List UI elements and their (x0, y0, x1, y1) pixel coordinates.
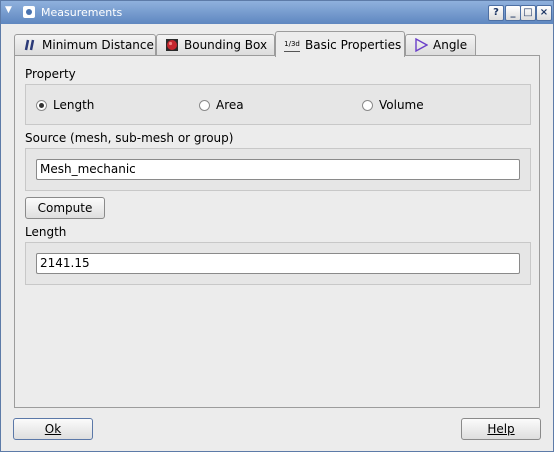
compute-button[interactable]: Compute (25, 197, 105, 219)
measurements-window: ▼ Measurements ? _ □ × Minimum Distance … (0, 0, 554, 452)
ok-label: Ok (44, 422, 62, 436)
bounding-box-icon (166, 39, 178, 51)
radio-label: Volume (379, 98, 424, 112)
minimize-button[interactable]: _ (505, 5, 521, 21)
tab-bounding-box[interactable]: Bounding Box (156, 34, 275, 55)
tab-label: Basic Properties (305, 37, 402, 52)
result-label: Length (25, 225, 67, 239)
radio-length[interactable]: Length (36, 98, 94, 112)
title-bar[interactable]: ▼ Measurements ? _ □ × (1, 1, 553, 24)
tab-label: Minimum Distance (42, 38, 154, 52)
result-field[interactable]: 2141.15 (36, 253, 520, 274)
basic-properties-icon: 1/3d (284, 37, 300, 52)
property-label: Property (25, 67, 76, 81)
help-button[interactable]: Help (461, 418, 541, 440)
close-button[interactable]: × (536, 5, 552, 21)
help-title-button[interactable]: ? (488, 5, 504, 21)
basic-properties-panel: Property Length Area Volume Source (mesh… (14, 55, 540, 408)
result-group: 2141.15 (25, 242, 531, 285)
min-distance-icon (24, 39, 35, 51)
tab-bar: Minimum Distance Bounding Box 1/3d Basic… (14, 31, 541, 57)
maximize-button[interactable]: □ (520, 5, 536, 21)
source-label: Source (mesh, sub-mesh or group) (25, 131, 234, 145)
app-icon (23, 6, 35, 18)
tab-label: Bounding Box (184, 38, 268, 52)
property-group: Length Area Volume (25, 84, 531, 125)
tab-label: Angle (433, 38, 468, 52)
window-menu-icon[interactable]: ▼ (5, 5, 19, 19)
radio-area[interactable]: Area (199, 98, 244, 112)
source-input[interactable]: Mesh_mechanic (36, 159, 520, 180)
radio-button[interactable] (362, 99, 373, 111)
radio-button[interactable] (199, 99, 210, 111)
ok-button[interactable]: Ok (13, 418, 93, 440)
window-title: Measurements (41, 6, 123, 19)
radio-label: Length (53, 98, 95, 112)
tab-basic-properties[interactable]: 1/3d Basic Properties (275, 31, 405, 57)
tab-minimum-distance[interactable]: Minimum Distance (14, 34, 156, 55)
radio-label: Area (216, 98, 244, 112)
angle-icon (415, 38, 428, 52)
radio-volume[interactable]: Volume (362, 98, 424, 112)
help-label: Help (487, 422, 515, 436)
radio-button[interactable] (36, 99, 47, 111)
tab-angle[interactable]: Angle (405, 34, 476, 55)
source-group: Mesh_mechanic (25, 148, 531, 191)
